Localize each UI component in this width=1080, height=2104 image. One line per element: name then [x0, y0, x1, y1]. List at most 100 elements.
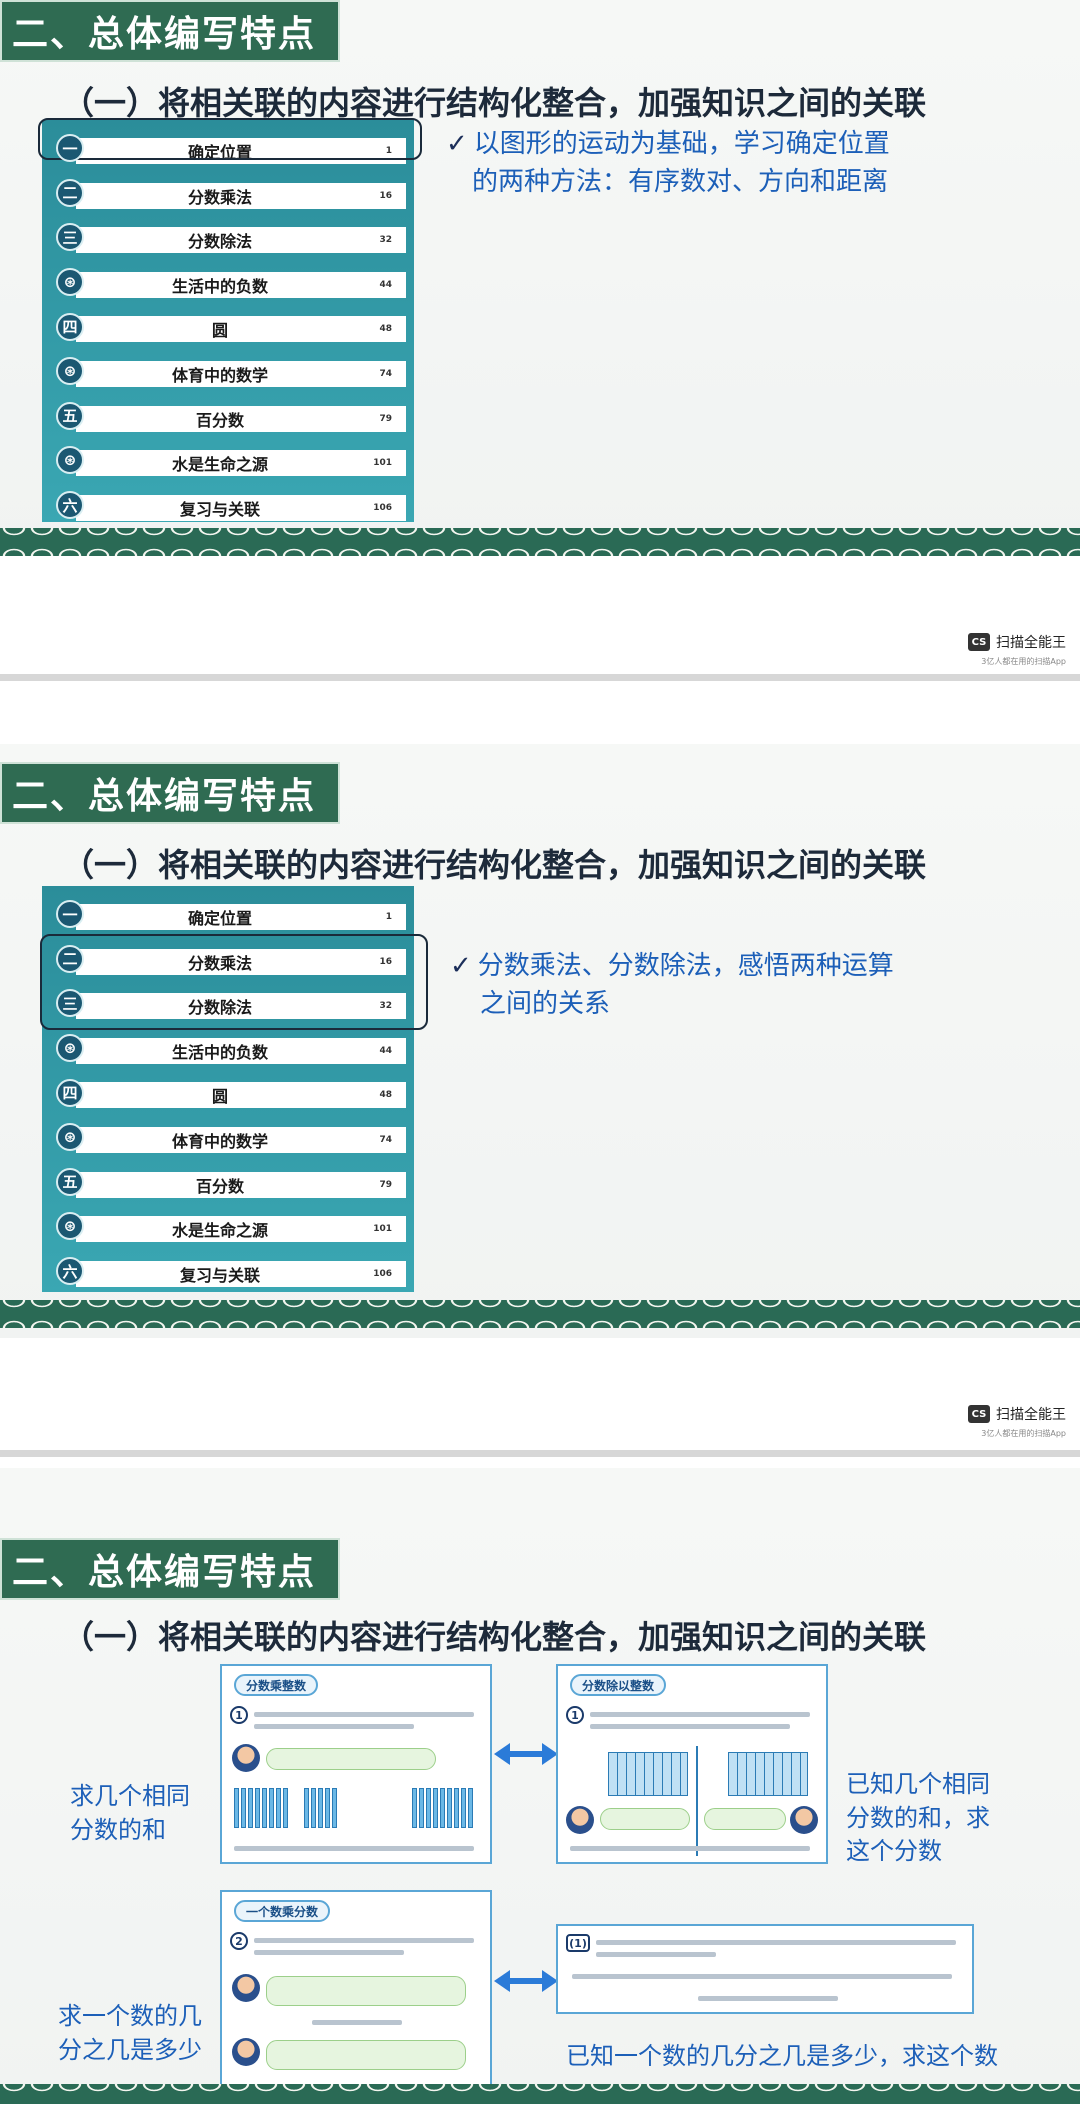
toc-label: 生活中的负数	[171, 276, 268, 296]
textbook-excerpt-card: 一个数乘分数 2	[220, 1890, 492, 2086]
slide-title: 二、总体编写特点	[0, 762, 340, 824]
toc-item: 五 百分数 79	[56, 1160, 406, 1205]
divider	[696, 1746, 698, 1856]
table-of-contents: 一确定位置 1 二分数乘法 16 三分数除法 32 ⊛ 生活中的负数 44 四圆 48 ⊛ 体…	[42, 120, 414, 522]
caption-left-bottom: 求一个数的几 分之几是多少	[58, 2000, 202, 2067]
toc-page: 101	[373, 458, 392, 469]
caption-line: 这个分数	[846, 1837, 942, 1866]
toc-item: 二 分数乘法 16	[56, 171, 406, 216]
double-arrow-icon	[494, 1970, 558, 1992]
toc-label: 百分数	[195, 410, 244, 430]
unit-badge: 四	[56, 312, 84, 341]
textbook-excerpt-card: 分数除以整数 1	[556, 1664, 828, 1864]
textbook-excerpt-card: (1)	[556, 1924, 974, 2014]
decorative-border	[0, 528, 1080, 556]
decorative-border	[0, 2084, 1080, 2104]
toc-page: 106	[373, 1268, 392, 1279]
toc-page: 16	[379, 190, 392, 201]
question-number: (1)	[566, 1934, 590, 1952]
check-icon: ✓	[446, 129, 468, 159]
toc-item: ⊛ 体育中的数学 74	[56, 1115, 406, 1160]
question-number: 2	[230, 1932, 248, 1950]
slide-2: 二、总体编写特点 （一）将相关联的内容进行结构化整合，加强知识之间的关联 一确定…	[0, 744, 1080, 1338]
toc-item: 六 复习与关联 106	[56, 483, 406, 528]
card-tag: 一个数乘分数	[234, 1900, 331, 1922]
caption-line: 求一个数的几	[58, 2002, 202, 2030]
toc-label: 分数除法	[187, 232, 252, 252]
fraction-bars	[234, 1788, 288, 1828]
toc-item: 三分数除法 32	[56, 215, 406, 260]
speech-bubble	[266, 1748, 436, 1770]
toc-label: 圆	[211, 321, 228, 341]
watermark: CS 扫描全能王	[968, 632, 1066, 652]
caption-line: 已知几个相同	[846, 1770, 990, 1798]
caption-line: 分之几是多少	[58, 2035, 202, 2064]
student-avatar-icon	[232, 1744, 260, 1772]
text-line	[254, 1724, 414, 1729]
page-gap: CS 扫描全能王 3亿人都在用的扫描App	[0, 1338, 1080, 1468]
toc-page: 74	[379, 1134, 392, 1145]
fraction-grid	[728, 1752, 808, 1796]
student-avatar-icon	[232, 2038, 260, 2066]
student-avatar-icon	[232, 1974, 260, 2002]
slide-title: 二、总体编写特点	[0, 1538, 340, 1600]
note-line: 之间的关系	[480, 988, 611, 1019]
slide-subtitle: （一）将相关联的内容进行结构化整合，加强知识之间的关联	[62, 1618, 927, 1656]
unit-badge: 四	[56, 1078, 84, 1107]
caption-line: 求几个相同	[70, 1782, 190, 1810]
toc-item: ⊛ 生活中的负数 44	[56, 1026, 406, 1071]
text-line	[590, 1712, 810, 1717]
unit-badge: ⊛	[56, 1034, 84, 1063]
toc-page: 79	[379, 1179, 392, 1190]
caption-right-bottom: 已知一个数的几分之几是多少，求这个数	[566, 2042, 998, 2070]
speech-bubble	[266, 2040, 466, 2070]
fraction-bars	[412, 1788, 473, 1828]
fraction-bars	[304, 1788, 337, 1828]
text-line	[254, 1950, 404, 1955]
card-tag: 分数除以整数	[570, 1674, 667, 1696]
textbook-excerpt-card: 分数乘整数 1	[220, 1664, 492, 1864]
toc-label: 百分数	[195, 1176, 244, 1196]
toc-page: 44	[379, 279, 392, 290]
toc-label: 体育中的数学	[171, 1131, 268, 1151]
watermark-sub: 3亿人都在用的扫描App	[981, 1429, 1066, 1438]
decorative-border	[0, 1300, 1080, 1328]
page-gap: CS 扫描全能王 3亿人都在用的扫描App	[0, 556, 1080, 681]
watermark-name: 扫描全能王	[996, 1407, 1066, 1423]
caption-left-top: 求几个相同 分数的和	[70, 1780, 190, 1847]
fraction-grid	[608, 1752, 688, 1796]
note-line: 以图形的运动为基础，学习确定位置	[473, 129, 890, 159]
watermark: CS 扫描全能王	[968, 1404, 1066, 1424]
slide-1: 二、总体编写特点 （一）将相关联的内容进行结构化整合，加强知识之间的关联 一确定…	[0, 0, 1080, 556]
slide-title: 二、总体编写特点	[0, 0, 340, 62]
unit-badge: 二	[56, 178, 84, 207]
toc-item: 一确定位置 1	[56, 892, 406, 937]
unit-badge: 五	[56, 401, 84, 430]
unit-badge: 六	[56, 1257, 84, 1286]
toc-label: 圆	[211, 1087, 228, 1107]
scanner-logo-icon: CS	[968, 1405, 990, 1423]
toc-page: 32	[379, 235, 392, 246]
speech-bubble	[600, 1808, 690, 1830]
toc-page: 79	[379, 413, 392, 424]
check-icon: ✓	[450, 951, 472, 981]
text-line	[312, 2020, 402, 2025]
unit-badge: 五	[56, 1167, 84, 1196]
toc-page: 101	[373, 1224, 392, 1235]
text-line	[596, 1940, 956, 1945]
toc-page: 48	[379, 1090, 392, 1101]
student-avatar-icon	[566, 1806, 594, 1834]
note-text: ✓ 分数乘法、分数除法，感悟两种运算 之间的关系	[450, 948, 894, 1023]
speech-bubble	[704, 1808, 786, 1830]
toc-item: ⊛ 水是生命之源 101	[56, 438, 406, 483]
toc-page: 44	[379, 1045, 392, 1056]
toc-label: 水是生命之源	[171, 1221, 268, 1241]
highlight-box	[38, 118, 422, 160]
toc-item: 四 圆 48	[56, 304, 406, 349]
watermark-name: 扫描全能王	[996, 635, 1066, 651]
caption-right-top: 已知几个相同 分数的和，求 这个分数	[846, 1768, 990, 1869]
toc-page: 74	[379, 368, 392, 379]
double-arrow-icon	[494, 1743, 558, 1765]
slide-3: 二、总体编写特点 （一）将相关联的内容进行结构化整合，加强知识之间的关联 分数乘…	[0, 1468, 1080, 2104]
text-line	[596, 1952, 716, 1957]
